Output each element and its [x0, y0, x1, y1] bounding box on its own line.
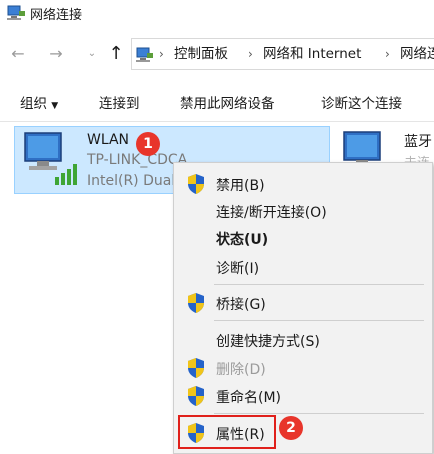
- breadcrumb-control-panel[interactable]: 控制面板: [174, 45, 228, 63]
- network-connections-icon: [7, 5, 25, 20]
- step-badge-1: 1: [136, 132, 160, 156]
- step-badge-2: 2: [279, 416, 303, 440]
- wireless-adapter-icon: [24, 132, 77, 185]
- connect-to-button[interactable]: 连接到: [99, 92, 140, 112]
- arrow-up-icon[interactable]: ↑: [106, 42, 126, 66]
- breadcrumb-network-internet[interactable]: 网络和 Internet: [263, 45, 361, 63]
- organize-menu[interactable]: 组织 ▼: [20, 92, 58, 112]
- uac-shield-icon: [188, 293, 204, 313]
- menu-item-diagnose[interactable]: 诊断(I): [174, 254, 432, 280]
- menu-item-label: 禁用(B): [216, 178, 265, 194]
- menu-item-label: 状态(U): [216, 232, 269, 248]
- breadcrumb-network-connections[interactable]: 网络连: [400, 45, 434, 63]
- properties-highlight-box: [178, 415, 276, 449]
- caret-down-icon: ▼: [51, 101, 59, 111]
- command-toolbar: 组织 ▼ 连接到 禁用此网络设备 诊断这个连接: [0, 80, 434, 122]
- menu-separator: [214, 413, 424, 414]
- adapter-name: 蓝牙: [404, 134, 432, 150]
- menu-item-label: 连接/断开连接(O): [216, 205, 327, 221]
- uac-shield-icon: [188, 386, 204, 406]
- menu-item-label: 诊断(I): [216, 261, 260, 277]
- menu-separator: [214, 320, 424, 321]
- navigation-bar: ← → ⌄ ↑ › 控制面板 › 网络和 Internet › 网络连: [0, 36, 434, 72]
- menu-item-label: 创建快捷方式(S): [216, 334, 320, 350]
- menu-item-label: 桥接(G): [216, 297, 266, 313]
- menu-item-create-shortcut[interactable]: 创建快捷方式(S): [174, 327, 432, 353]
- arrow-right-icon[interactable]: →: [46, 42, 66, 66]
- chevron-right-icon[interactable]: ›: [385, 45, 390, 63]
- window-title: 网络连接: [30, 8, 83, 23]
- uac-shield-icon: [188, 174, 204, 194]
- adapter-hardware: Intel(R) Dual: [87, 173, 176, 189]
- menu-item-status[interactable]: 状态(U): [174, 225, 432, 251]
- menu-item-rename[interactable]: 重命名(M): [174, 383, 432, 409]
- diagnose-button[interactable]: 诊断这个连接: [321, 92, 402, 112]
- chevron-right-icon[interactable]: ›: [159, 45, 164, 63]
- arrow-left-icon[interactable]: ←: [8, 42, 28, 66]
- disable-device-button[interactable]: 禁用此网络设备: [180, 92, 275, 112]
- menu-item-disable[interactable]: 禁用(B): [174, 171, 432, 197]
- menu-item-bridge[interactable]: 桥接(G): [174, 290, 432, 316]
- menu-item-label: 删除(D): [216, 362, 266, 378]
- chevron-down-icon[interactable]: ⌄: [82, 42, 102, 66]
- adapter-name: WLAN: [87, 132, 130, 148]
- uac-shield-icon: [188, 358, 204, 378]
- menu-item-label: 重命名(M): [216, 390, 282, 406]
- chevron-right-icon[interactable]: ›: [248, 45, 253, 63]
- control-panel-icon: [136, 47, 153, 62]
- menu-item-delete: 删除(D): [174, 355, 432, 381]
- menu-separator: [214, 284, 424, 285]
- menu-item-connect-disconnect[interactable]: 连接/断开连接(O): [174, 198, 432, 224]
- title-bar: 网络连接: [0, 0, 434, 28]
- context-menu: 禁用(B) 连接/断开连接(O) 状态(U) 诊断(I) 桥接(G) 创建快捷方…: [173, 162, 433, 454]
- address-bar[interactable]: › 控制面板 › 网络和 Internet › 网络连: [131, 38, 434, 70]
